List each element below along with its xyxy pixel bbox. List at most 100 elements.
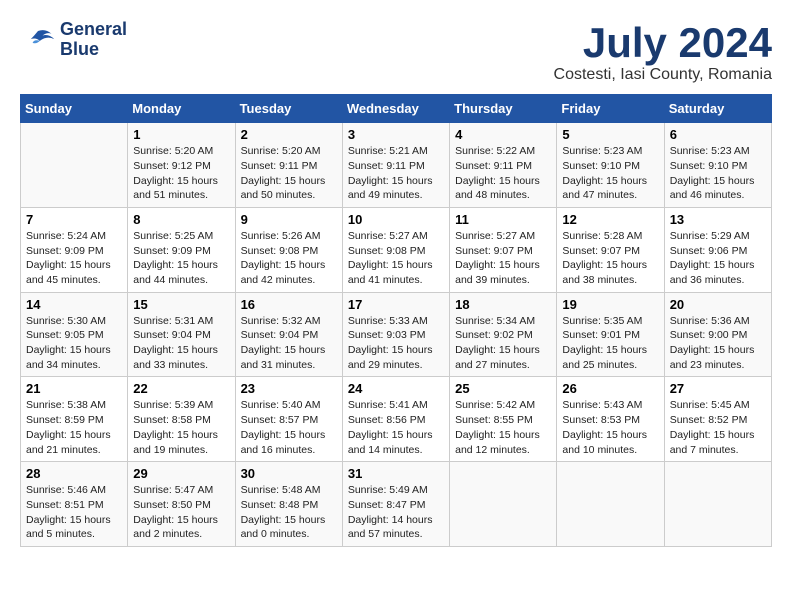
header: General Blue July 2024 Costesti, Iasi Co… [20, 20, 772, 84]
calendar-cell: 7 Sunrise: 5:24 AM Sunset: 9:09 PM Daylig… [21, 207, 128, 292]
calendar-week-row: 21 Sunrise: 5:38 AM Sunset: 8:59 PM Dayli… [21, 377, 772, 462]
calendar-cell: 14Sunrise: 5:30 AM Sunset: 9:05 PM Dayli… [21, 292, 128, 377]
day-number: 26 [562, 381, 658, 396]
day-info: Sunrise: 5:23 AM Sunset: 9:10 PM Dayligh… [562, 144, 658, 203]
day-info: Sunrise: 5:20 AM Sunset: 9:12 PM Dayligh… [133, 144, 229, 203]
day-info: Sunrise: 5:45 AM Sunset: 8:52 PM Dayligh… [670, 398, 766, 457]
title-area: July 2024 Costesti, Iasi County, Romania [554, 20, 772, 84]
day-number: 12 [562, 212, 658, 227]
day-info: Sunrise: 5:23 AM Sunset: 9:10 PM Dayligh… [670, 144, 766, 203]
day-number: 23 [241, 381, 337, 396]
subtitle: Costesti, Iasi County, Romania [554, 66, 772, 84]
calendar-cell: 11 Sunrise: 5:27 AM Sunset: 9:07 PM Dayli… [450, 207, 557, 292]
day-number: 30 [241, 466, 337, 481]
day-number: 29 [133, 466, 229, 481]
day-info: Sunrise: 5:28 AM Sunset: 9:07 PM Dayligh… [562, 229, 658, 288]
calendar-cell: 19Sunrise: 5:35 AM Sunset: 9:01 PM Dayli… [557, 292, 664, 377]
day-number: 2 [241, 127, 337, 142]
day-number: 18 [455, 297, 551, 312]
day-number: 9 [241, 212, 337, 227]
day-info: Sunrise: 5:41 AM Sunset: 8:56 PM Dayligh… [348, 398, 444, 457]
calendar-table: SundayMondayTuesdayWednesdayThursdayFrid… [20, 94, 772, 547]
day-info: Sunrise: 5:46 AM Sunset: 8:51 PM Dayligh… [26, 483, 122, 542]
calendar-cell [450, 462, 557, 547]
weekday-header: Saturday [664, 95, 771, 123]
logo: General Blue [20, 20, 127, 60]
day-number: 19 [562, 297, 658, 312]
day-number: 13 [670, 212, 766, 227]
weekday-header: Sunday [21, 95, 128, 123]
calendar-cell [21, 123, 128, 208]
day-number: 22 [133, 381, 229, 396]
day-info: Sunrise: 5:36 AM Sunset: 9:00 PM Dayligh… [670, 314, 766, 373]
calendar-cell: 15 Sunrise: 5:31 AM Sunset: 9:04 PM Dayli… [128, 292, 235, 377]
day-info: Sunrise: 5:20 AM Sunset: 9:11 PM Dayligh… [241, 144, 337, 203]
calendar-cell: 9Sunrise: 5:26 AM Sunset: 9:08 PM Daylig… [235, 207, 342, 292]
calendar-week-row: 28 Sunrise: 5:46 AM Sunset: 8:51 PM Dayli… [21, 462, 772, 547]
day-info: Sunrise: 5:40 AM Sunset: 8:57 PM Dayligh… [241, 398, 337, 457]
calendar-week-row: 7 Sunrise: 5:24 AM Sunset: 9:09 PM Daylig… [21, 207, 772, 292]
day-number: 3 [348, 127, 444, 142]
weekday-header: Wednesday [342, 95, 449, 123]
calendar-cell: 30 Sunrise: 5:48 AM Sunset: 8:48 PM Dayli… [235, 462, 342, 547]
calendar-week-row: 1Sunrise: 5:20 AM Sunset: 9:12 PM Daylig… [21, 123, 772, 208]
calendar-week-row: 14Sunrise: 5:30 AM Sunset: 9:05 PM Dayli… [21, 292, 772, 377]
calendar-cell: 3 Sunrise: 5:21 AM Sunset: 9:11 PM Daylig… [342, 123, 449, 208]
calendar-cell: 31 Sunrise: 5:49 AM Sunset: 8:47 PM Dayli… [342, 462, 449, 547]
day-number: 14 [26, 297, 122, 312]
day-info: Sunrise: 5:27 AM Sunset: 9:08 PM Dayligh… [348, 229, 444, 288]
day-number: 11 [455, 212, 551, 227]
calendar-cell [664, 462, 771, 547]
day-info: Sunrise: 5:43 AM Sunset: 8:53 PM Dayligh… [562, 398, 658, 457]
day-number: 8 [133, 212, 229, 227]
day-info: Sunrise: 5:24 AM Sunset: 9:09 PM Dayligh… [26, 229, 122, 288]
calendar-cell [557, 462, 664, 547]
day-info: Sunrise: 5:49 AM Sunset: 8:47 PM Dayligh… [348, 483, 444, 542]
day-info: Sunrise: 5:32 AM Sunset: 9:04 PM Dayligh… [241, 314, 337, 373]
main-title: July 2024 [554, 20, 772, 66]
day-number: 24 [348, 381, 444, 396]
day-number: 15 [133, 297, 229, 312]
day-number: 20 [670, 297, 766, 312]
day-number: 28 [26, 466, 122, 481]
calendar-cell: 26 Sunrise: 5:43 AM Sunset: 8:53 PM Dayli… [557, 377, 664, 462]
day-info: Sunrise: 5:39 AM Sunset: 8:58 PM Dayligh… [133, 398, 229, 457]
calendar-cell: 25Sunrise: 5:42 AM Sunset: 8:55 PM Dayli… [450, 377, 557, 462]
day-number: 16 [241, 297, 337, 312]
day-info: Sunrise: 5:48 AM Sunset: 8:48 PM Dayligh… [241, 483, 337, 542]
day-info: Sunrise: 5:29 AM Sunset: 9:06 PM Dayligh… [670, 229, 766, 288]
day-number: 21 [26, 381, 122, 396]
weekday-header: Tuesday [235, 95, 342, 123]
day-number: 7 [26, 212, 122, 227]
weekday-header: Thursday [450, 95, 557, 123]
day-number: 4 [455, 127, 551, 142]
calendar-cell: 12 Sunrise: 5:28 AM Sunset: 9:07 PM Dayli… [557, 207, 664, 292]
weekday-header-row: SundayMondayTuesdayWednesdayThursdayFrid… [21, 95, 772, 123]
logo-text: General Blue [60, 20, 127, 60]
calendar-cell: 1Sunrise: 5:20 AM Sunset: 9:12 PM Daylig… [128, 123, 235, 208]
day-info: Sunrise: 5:34 AM Sunset: 9:02 PM Dayligh… [455, 314, 551, 373]
calendar-cell: 16 Sunrise: 5:32 AM Sunset: 9:04 PM Dayli… [235, 292, 342, 377]
day-info: Sunrise: 5:47 AM Sunset: 8:50 PM Dayligh… [133, 483, 229, 542]
calendar-cell: 23 Sunrise: 5:40 AM Sunset: 8:57 PM Dayli… [235, 377, 342, 462]
calendar-cell: 4 Sunrise: 5:22 AM Sunset: 9:11 PM Daylig… [450, 123, 557, 208]
calendar-cell: 20 Sunrise: 5:36 AM Sunset: 9:00 PM Dayli… [664, 292, 771, 377]
day-info: Sunrise: 5:21 AM Sunset: 9:11 PM Dayligh… [348, 144, 444, 203]
calendar-cell: 6 Sunrise: 5:23 AM Sunset: 9:10 PM Daylig… [664, 123, 771, 208]
day-info: Sunrise: 5:33 AM Sunset: 9:03 PM Dayligh… [348, 314, 444, 373]
day-number: 17 [348, 297, 444, 312]
calendar-cell: 22 Sunrise: 5:39 AM Sunset: 8:58 PM Dayli… [128, 377, 235, 462]
calendar-cell: 18 Sunrise: 5:34 AM Sunset: 9:02 PM Dayli… [450, 292, 557, 377]
day-number: 5 [562, 127, 658, 142]
calendar-cell: 5 Sunrise: 5:23 AM Sunset: 9:10 PM Daylig… [557, 123, 664, 208]
day-info: Sunrise: 5:27 AM Sunset: 9:07 PM Dayligh… [455, 229, 551, 288]
day-info: Sunrise: 5:38 AM Sunset: 8:59 PM Dayligh… [26, 398, 122, 457]
calendar-cell: 8Sunrise: 5:25 AM Sunset: 9:09 PM Daylig… [128, 207, 235, 292]
calendar-cell: 2 Sunrise: 5:20 AM Sunset: 9:11 PM Daylig… [235, 123, 342, 208]
day-number: 6 [670, 127, 766, 142]
day-number: 31 [348, 466, 444, 481]
day-info: Sunrise: 5:31 AM Sunset: 9:04 PM Dayligh… [133, 314, 229, 373]
calendar-cell: 10Sunrise: 5:27 AM Sunset: 9:08 PM Dayli… [342, 207, 449, 292]
calendar-cell: 27Sunrise: 5:45 AM Sunset: 8:52 PM Dayli… [664, 377, 771, 462]
day-info: Sunrise: 5:22 AM Sunset: 9:11 PM Dayligh… [455, 144, 551, 203]
